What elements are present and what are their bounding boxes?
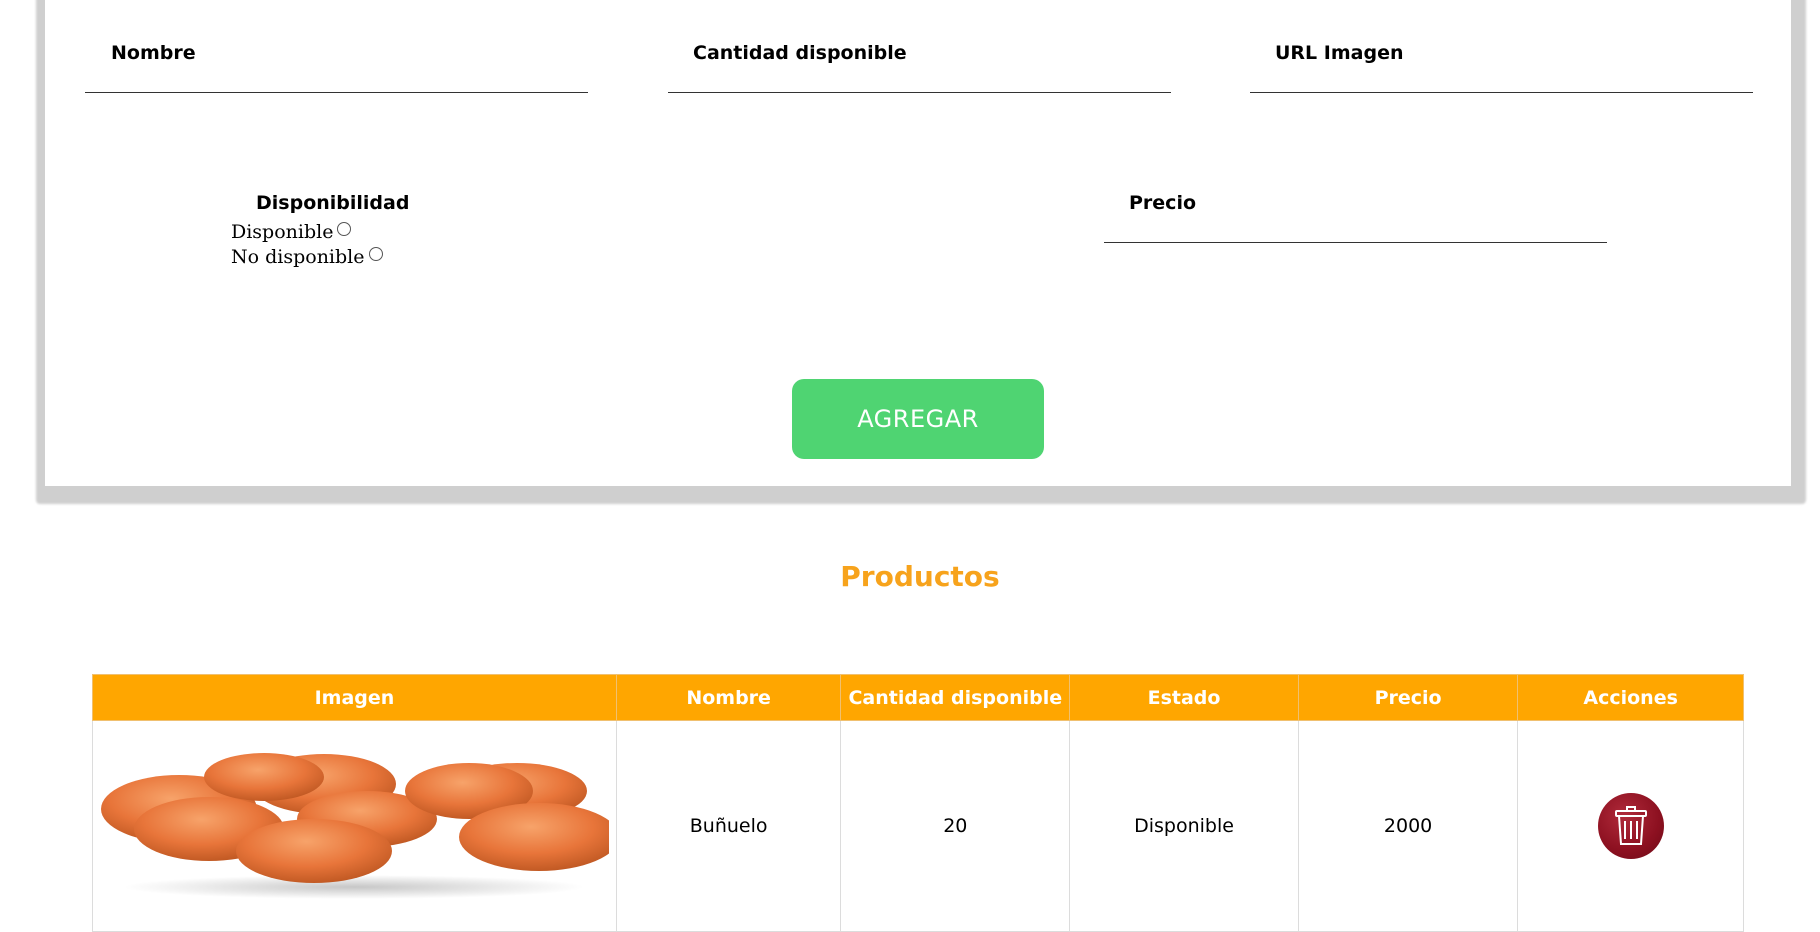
cell-cantidad: 20 <box>840 720 1071 932</box>
radio-disponible[interactable]: Disponible <box>231 220 383 245</box>
disponibilidad-radio-group: Disponible No disponible <box>231 220 383 270</box>
nombre-label: Nombre <box>111 42 196 64</box>
trash-icon <box>1614 806 1647 845</box>
col-header-cantidad: Cantidad disponible <box>840 674 1071 721</box>
precio-input[interactable] <box>1104 220 1607 243</box>
col-header-precio: Precio <box>1297 674 1519 721</box>
cantidad-label: Cantidad disponible <box>693 42 907 64</box>
disponibilidad-label: Disponibilidad <box>256 192 410 214</box>
bunuelo-image <box>101 752 620 899</box>
agregar-button[interactable]: AGREGAR <box>792 379 1044 459</box>
nombre-input[interactable] <box>85 70 588 93</box>
table-header-row: Imagen Nombre Cantidad disponible Estado… <box>92 674 1744 721</box>
productos-title: Productos <box>840 560 1000 593</box>
radio-no-disponible[interactable]: No disponible <box>231 245 383 270</box>
radio-disponible-button[interactable] <box>337 221 352 236</box>
col-header-acciones: Acciones <box>1517 674 1744 721</box>
table-row: Buñuelo 20 Disponible 2000 <box>92 720 1744 932</box>
radio-no-disponible-button[interactable] <box>368 246 383 261</box>
col-header-imagen: Imagen <box>92 674 617 721</box>
cell-precio: 2000 <box>1297 720 1519 932</box>
cell-imagen <box>92 720 620 932</box>
radio-disponible-label: Disponible <box>231 221 334 243</box>
precio-label: Precio <box>1129 192 1197 214</box>
col-header-estado: Estado <box>1069 674 1299 721</box>
url-input[interactable] <box>1250 70 1753 93</box>
cell-acciones <box>1517 720 1744 932</box>
products-table: Imagen Nombre Cantidad disponible Estado… <box>92 674 1744 932</box>
cantidad-input[interactable] <box>668 70 1171 93</box>
url-label: URL Imagen <box>1275 42 1404 64</box>
radio-no-disponible-label: No disponible <box>231 246 365 268</box>
cell-estado: Disponible <box>1069 720 1299 932</box>
cell-nombre: Buñuelo <box>615 720 842 932</box>
delete-button[interactable] <box>1597 793 1664 859</box>
product-form: Nombre Cantidad disponible URL Imagen Di… <box>45 0 1791 486</box>
col-header-nombre: Nombre <box>615 674 842 721</box>
